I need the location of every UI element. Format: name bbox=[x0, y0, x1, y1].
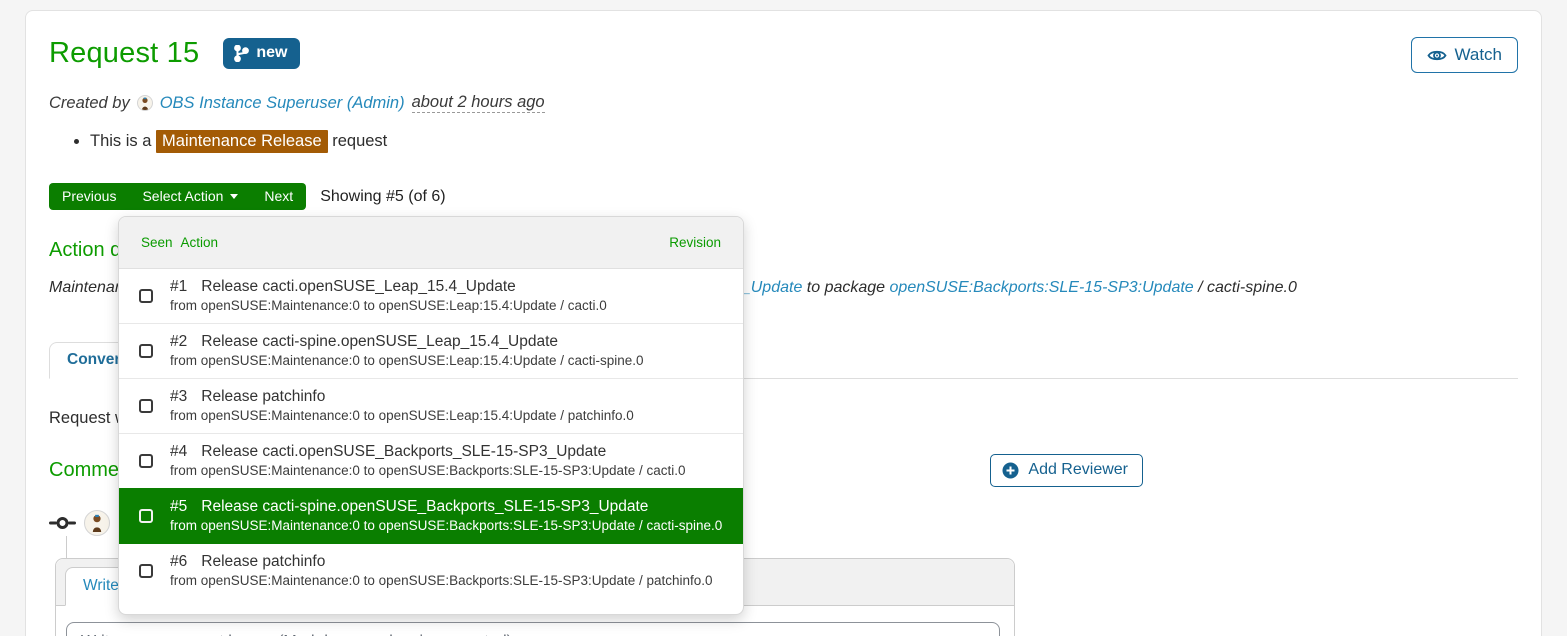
action-item-4[interactable]: #4Release cacti.openSUSE_Backports_SLE-1… bbox=[119, 433, 743, 488]
created-by-label: Created by bbox=[49, 94, 130, 113]
action-item-title: #3Release patchinfo bbox=[170, 388, 325, 405]
action-item-title: #6Release patchinfo bbox=[170, 553, 325, 570]
action-item-detail: from openSUSE:Maintenance:0 to openSUSE:… bbox=[170, 517, 722, 535]
timeline-connector-line bbox=[66, 536, 67, 558]
action-item-title: #1Release cacti.openSUSE_Leap_15.4_Updat… bbox=[170, 278, 516, 295]
action-item-detail: from openSUSE:Maintenance:0 to openSUSE:… bbox=[170, 297, 607, 315]
action-description-middle: to package bbox=[802, 279, 889, 296]
action-item-title: #5Release cacti-spine.openSUSE_Backports… bbox=[170, 498, 648, 515]
action-item-1[interactable]: #1Release cacti.openSUSE_Leap_15.4_Updat… bbox=[119, 269, 743, 323]
action-navigation-bar: Previous Select Action Next Showing #5 (… bbox=[49, 183, 1518, 210]
action-item-detail: from openSUSE:Maintenance:0 to openSUSE:… bbox=[170, 572, 713, 590]
status-badge-label: new bbox=[256, 44, 287, 62]
previous-action-button[interactable]: Previous bbox=[49, 183, 129, 210]
plus-circle-icon bbox=[1002, 462, 1019, 479]
seen-checkbox[interactable] bbox=[139, 509, 153, 523]
creator-avatar bbox=[137, 95, 153, 111]
seen-checkbox[interactable] bbox=[139, 289, 153, 303]
add-reviewer-label: Add Reviewer bbox=[1028, 461, 1128, 479]
watch-button-label: Watch bbox=[1454, 45, 1502, 65]
next-action-button[interactable]: Next bbox=[251, 183, 306, 210]
revision-column-header: Revision bbox=[669, 235, 721, 250]
seen-checkbox[interactable] bbox=[139, 454, 153, 468]
dropdown-header-row: Seen Action Revision bbox=[119, 217, 743, 269]
timeline-commit-icon bbox=[49, 515, 76, 531]
seen-checkbox[interactable] bbox=[139, 344, 153, 358]
request-info-list: This is a Maintenance Release request bbox=[90, 129, 1518, 153]
action-item-detail: from openSUSE:Maintenance:0 to openSUSE:… bbox=[170, 352, 644, 370]
seen-checkbox[interactable] bbox=[139, 564, 153, 578]
timeline-avatar bbox=[84, 510, 110, 536]
action-item-detail: from openSUSE:Maintenance:0 to openSUSE:… bbox=[170, 462, 686, 480]
eye-icon bbox=[1427, 48, 1447, 63]
action-item-title: #2Release cacti-spine.openSUSE_Leap_15.4… bbox=[170, 333, 558, 350]
status-badge: new bbox=[223, 38, 300, 69]
code-branch-icon bbox=[234, 45, 249, 62]
select-action-button[interactable]: Select Action bbox=[129, 183, 251, 210]
add-reviewer-button[interactable]: Add Reviewer bbox=[990, 454, 1143, 487]
created-by-line: Created by OBS Instance Superuser (Admin… bbox=[49, 93, 1518, 113]
action-item-5-selected[interactable]: #5Release cacti-spine.openSUSE_Backports… bbox=[119, 488, 743, 543]
request-type-prefix: This is a bbox=[90, 132, 156, 150]
created-timestamp: about 2 hours ago bbox=[412, 93, 545, 113]
select-action-label: Select Action bbox=[142, 188, 223, 204]
page-title: Request 15 bbox=[49, 37, 199, 70]
request-type-item: This is a Maintenance Release request bbox=[90, 129, 1518, 153]
request-type-suffix: request bbox=[328, 132, 388, 150]
comment-input[interactable] bbox=[66, 622, 1000, 636]
creator-link[interactable]: OBS Instance Superuser (Admin) bbox=[160, 94, 405, 113]
action-column-header: Action bbox=[181, 235, 219, 250]
select-action-dropdown: Seen Action Revision #1Release cacti.ope… bbox=[118, 216, 744, 615]
maintenance-release-highlight: Maintenance Release bbox=[156, 130, 328, 153]
request-header: Request 15 new bbox=[49, 37, 1518, 73]
seen-checkbox[interactable] bbox=[139, 399, 153, 413]
action-nav-button-group: Previous Select Action Next bbox=[49, 183, 306, 210]
target-project-link[interactable]: openSUSE:Backports:SLE-15-SP3:Update bbox=[890, 279, 1194, 296]
action-item-detail: from openSUSE:Maintenance:0 to openSUSE:… bbox=[170, 407, 634, 425]
watch-button[interactable]: Watch bbox=[1411, 37, 1518, 73]
action-description-suffix: / cacti-spine.0 bbox=[1194, 279, 1297, 296]
action-item-2[interactable]: #2Release cacti-spine.openSUSE_Leap_15.4… bbox=[119, 323, 743, 378]
seen-column-header: Seen bbox=[141, 235, 173, 250]
showing-action-counter: Showing #5 (of 6) bbox=[320, 188, 445, 206]
action-item-6[interactable]: #6Release patchinfo from openSUSE:Mainte… bbox=[119, 543, 743, 598]
action-item-title: #4Release cacti.openSUSE_Backports_SLE-1… bbox=[170, 443, 606, 460]
caret-down-icon bbox=[230, 194, 238, 199]
action-item-3[interactable]: #3Release patchinfo from openSUSE:Mainte… bbox=[119, 378, 743, 433]
